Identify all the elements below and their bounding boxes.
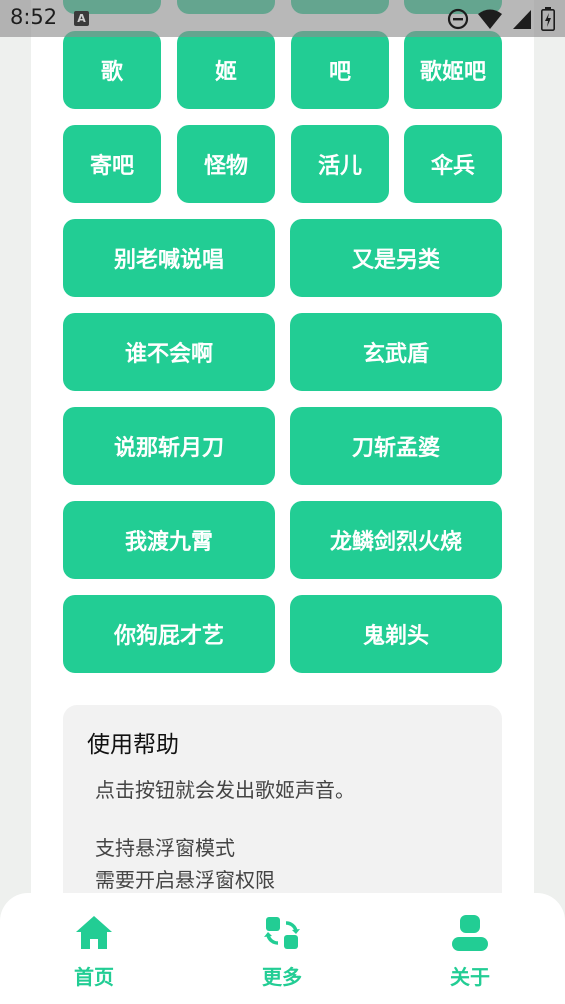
sound-button[interactable]: 刀斩孟婆 <box>290 407 502 485</box>
home-icon <box>76 916 112 949</box>
sound-button[interactable]: 活儿 <box>291 125 389 203</box>
a-badge-icon: A <box>74 11 89 26</box>
wifi-icon <box>478 9 502 29</box>
sound-button[interactable]: 寄吧 <box>63 125 161 203</box>
sound-button[interactable]: 别老喊说唱 <box>63 219 275 297</box>
nav-about-label: 关于 <box>450 965 490 989</box>
sound-button[interactable]: 说那斩月刀 <box>63 407 275 485</box>
nav-more-label: 更多 <box>262 965 302 989</box>
signal-icon <box>513 10 531 29</box>
do-not-disturb-icon <box>447 8 469 30</box>
nav-about[interactable]: 关于 <box>410 893 530 1004</box>
sound-button[interactable]: 姬 <box>177 31 275 109</box>
bottom-nav: 首页 更多 关于 <box>0 893 565 1004</box>
help-title: 使用帮助 <box>87 732 179 758</box>
sound-button[interactable]: 龙鳞剑烈火烧 <box>290 501 502 579</box>
help-text: 需要开启悬浮窗权限 <box>95 868 275 892</box>
help-text: 点击按钮就会发出歌姬声音。 <box>95 778 355 802</box>
person-icon <box>452 915 488 951</box>
sound-button[interactable]: 怪物 <box>177 125 275 203</box>
sound-button[interactable]: 谁不会啊 <box>63 313 275 391</box>
nav-home[interactable]: 首页 <box>34 893 154 1004</box>
sound-button[interactable]: 吧 <box>291 31 389 109</box>
status-bar: 8:52 A <box>0 0 565 37</box>
sound-button[interactable]: 你狗屁才艺 <box>63 595 275 673</box>
help-text: 支持悬浮窗模式 <box>95 836 235 860</box>
sound-button[interactable]: 鬼剃头 <box>290 595 502 673</box>
nav-more[interactable]: 更多 <box>222 893 342 1004</box>
sound-button[interactable]: 又是另类 <box>290 219 502 297</box>
app-screen: 歌 姬 吧 歌姬吧 寄吧 怪物 活儿 伞兵 别老喊说唱 又是另类 谁不会啊 玄武… <box>0 0 565 1004</box>
more-icon <box>264 917 300 949</box>
sound-button[interactable]: 伞兵 <box>404 125 502 203</box>
sound-button[interactable]: 歌姬吧 <box>404 31 502 109</box>
nav-home-label: 首页 <box>74 965 114 989</box>
battery-icon <box>541 7 555 31</box>
sound-button[interactable]: 歌 <box>63 31 161 109</box>
sound-button[interactable]: 玄武盾 <box>290 313 502 391</box>
sound-button[interactable]: 我渡九霄 <box>63 501 275 579</box>
status-time: 8:52 <box>10 5 58 29</box>
